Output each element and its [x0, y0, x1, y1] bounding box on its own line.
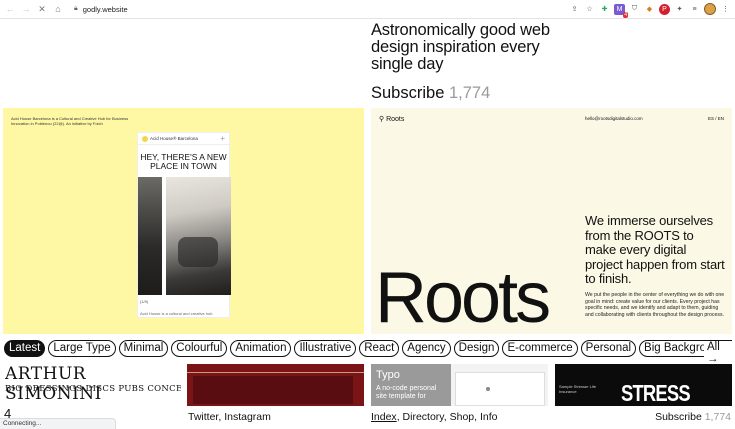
extension-badge: 4 [623, 11, 628, 18]
footer-subscribe-label: Subscribe [655, 411, 702, 423]
smiley-icon [142, 135, 148, 142]
category-animation[interactable]: Animation [230, 340, 292, 357]
address-bar[interactable]: godly.website [83, 5, 128, 14]
simonini-menu: BIO DRESSINGS DISCS PUBS CONCERTS INFO [5, 384, 181, 394]
photo-people [138, 177, 162, 295]
thumb-stress[interactable]: Sample Stresser Life Insurance STRESS [555, 364, 732, 406]
category-e-commerce[interactable]: E-commerce [502, 340, 578, 357]
phone-headline: HEY, THERE'S A NEW PLACE IN TOWN [140, 152, 227, 171]
shield-icon[interactable]: ⛉ [629, 4, 640, 15]
share-icon[interactable]: ⇪ [569, 4, 580, 15]
lock-icon[interactable]: 🔒︎ [74, 5, 78, 13]
extension-icon-green[interactable]: ✚ [599, 4, 610, 15]
menu-dots-icon[interactable]: ⋮ [720, 4, 731, 15]
category-agency[interactable]: Agency [402, 340, 451, 357]
category-react[interactable]: React [359, 340, 400, 357]
phone-header: Acid House® Barcelona + [138, 133, 229, 145]
category-filter-bar: Latest Large Type Minimal Colourful Anim… [4, 340, 732, 358]
roots-mark-icon: ⚲ [379, 116, 385, 123]
fox-icon[interactable]: ◆ [644, 4, 655, 15]
phone-caption: Acid House is a cultural and creative hu… [140, 311, 213, 316]
photo-pagination: (1/9) [140, 299, 149, 304]
roots-body-text: We put the people in the center of every… [585, 292, 725, 318]
plus-icon: + [220, 134, 225, 143]
phone-mockup: Acid House® Barcelona + HEY, THERE'S A N… [137, 132, 231, 318]
browser-status-bar: Connecting... [0, 418, 116, 429]
stress-mini-text: Sample Stresser Life Insurance [559, 384, 597, 394]
roots-wordmark: Roots [375, 258, 551, 334]
profile-avatar[interactable] [704, 3, 716, 15]
loading-icon[interactable]: ✕ [36, 3, 48, 15]
category-minimal[interactable]: Minimal [118, 340, 169, 357]
acid-blurb: Acid House Barcelona is a Cultural and C… [11, 116, 129, 126]
category-latest[interactable]: Latest [4, 340, 46, 357]
all-categories-link[interactable]: All → [704, 341, 735, 365]
forward-icon[interactable]: → [20, 3, 32, 15]
typo-description: A no-code personal site template for [376, 385, 437, 400]
category-illustrative[interactable]: Illustrative [294, 340, 357, 357]
category-colourful[interactable]: Colourful [171, 340, 228, 357]
typo-panel: Typo A no-code personal site template fo… [371, 364, 451, 406]
puzzle-icon[interactable]: ✦ [674, 4, 685, 15]
subscribe-link-footer[interactable]: Subscribe 1,774 [655, 411, 731, 423]
footer-nav: Index, Directory, Shop, Info [371, 411, 498, 423]
subscribe-link-header[interactable]: Subscribe 1,774 [371, 84, 490, 103]
red-site-rule [187, 372, 364, 373]
category-design[interactable]: Design [453, 340, 500, 357]
shop-link[interactable]: Shop [450, 411, 475, 423]
thumb-red-site[interactable] [187, 364, 364, 406]
stress-wordmark: STRESS [621, 380, 691, 406]
info-link[interactable]: Info [480, 411, 498, 423]
typo-preview [455, 372, 545, 406]
showcase-card-acid-house[interactable]: Acid House Barcelona is a Cultural and C… [3, 108, 364, 334]
bookmark-star-icon[interactable]: ☆ [584, 4, 595, 15]
roots-logo: ⚲ Roots [379, 115, 404, 123]
back-icon[interactable]: ← [4, 3, 16, 15]
browser-toolbar: ← → ✕ ⌂ 🔒︎ godly.website ⇪ ☆ ✚ M4 ⛉ ◆ P … [0, 0, 735, 19]
social-links: Twitter, Instagram [188, 411, 271, 423]
footer-subscriber-count: 1,774 [704, 411, 731, 423]
roots-email: hello@rootsdigitalstudio.com [585, 116, 643, 121]
phone-brand: Acid House® Barcelona [150, 136, 198, 141]
red-site-panel [193, 376, 353, 404]
photo-interior [166, 177, 231, 295]
index-link[interactable]: Index [371, 411, 397, 423]
category-personal[interactable]: Personal [580, 340, 637, 357]
roots-logo-text: Roots [386, 116, 405, 123]
subscribe-label: Subscribe [371, 84, 445, 102]
directory-link[interactable]: Directory [403, 411, 444, 423]
thumb-arthur-simonini[interactable]: ARTHUR SIMONINI BIO DRESSINGS DISCS PUBS… [3, 364, 181, 406]
site-tagline: Astronomically good web design inspirati… [371, 21, 550, 73]
extension-icon-badge[interactable]: M4 [614, 3, 628, 18]
reading-list-icon[interactable]: ≡ [689, 4, 700, 15]
pinterest-icon[interactable]: P [659, 3, 670, 15]
typo-title: Typo [376, 369, 400, 381]
extension-bar: ⇪ ☆ ✚ M4 ⛉ ◆ P ✦ ≡ ⋮ [569, 3, 731, 18]
home-icon[interactable]: ⌂ [52, 3, 64, 15]
roots-language-switch: ES / EN [707, 116, 724, 121]
twitter-link[interactable]: Twitter [188, 411, 218, 423]
roots-headline: We immerse ourselves from the ROOTS to m… [585, 213, 725, 286]
subscriber-count: 1,774 [448, 84, 491, 102]
category-large-type[interactable]: Large Type [48, 340, 116, 357]
thumb-typo[interactable]: Typo A no-code personal site template fo… [371, 364, 548, 406]
instagram-link[interactable]: Instagram [224, 411, 271, 423]
showcase-card-roots[interactable]: ⚲ Roots hello@rootsdigitalstudio.com ES … [371, 108, 732, 334]
